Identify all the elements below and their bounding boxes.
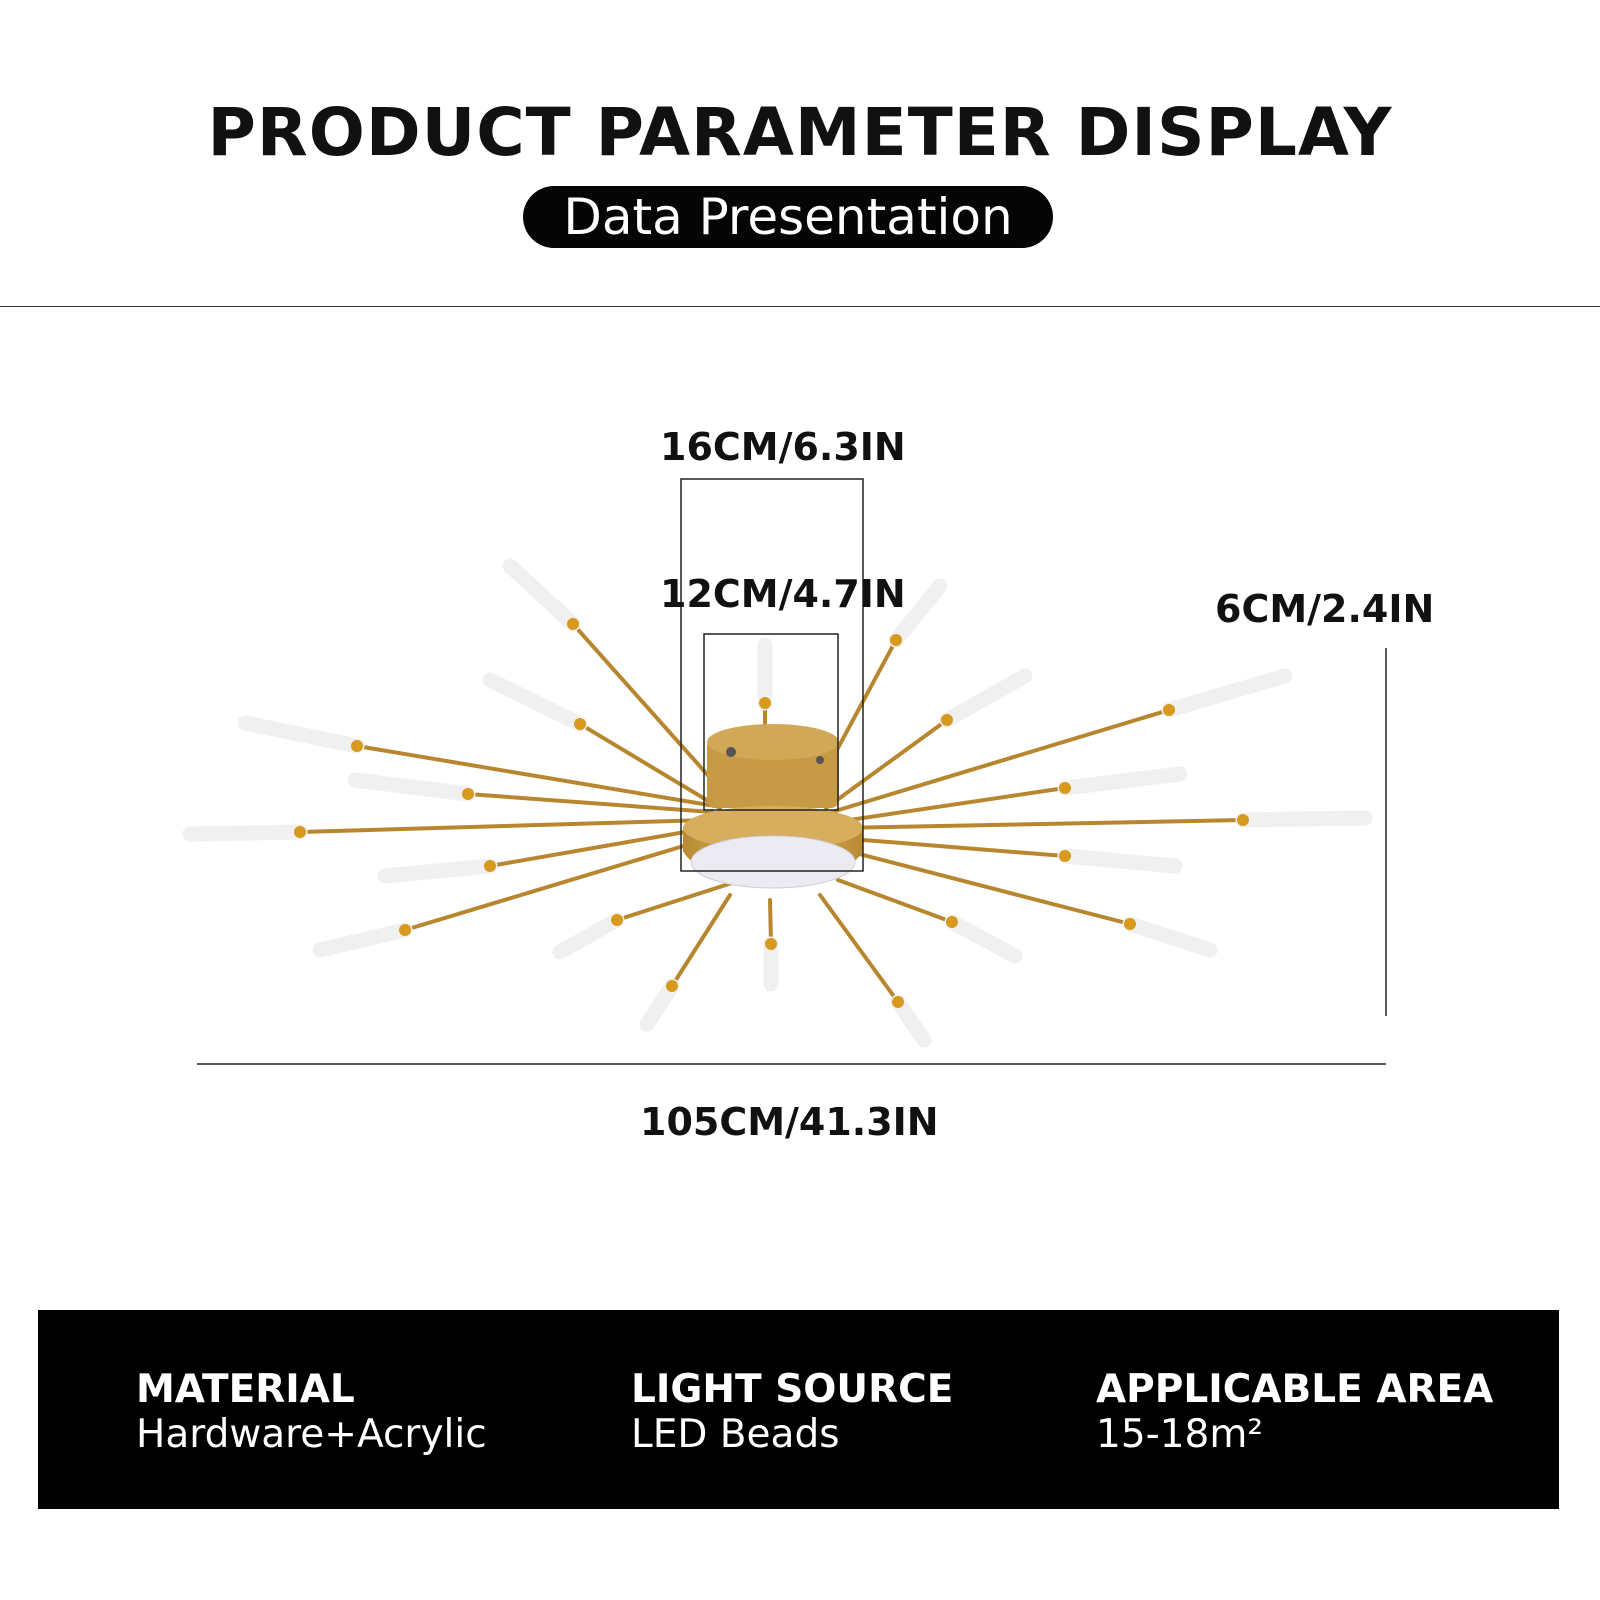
lamp-socket bbox=[941, 714, 953, 726]
lamp-socket bbox=[567, 618, 579, 630]
lamp-arm bbox=[763, 898, 779, 992]
lamp-canopy bbox=[683, 724, 863, 889]
spec-value: LED Beads bbox=[631, 1411, 840, 1457]
lamp-socket bbox=[946, 916, 958, 928]
lamp-rod bbox=[836, 836, 1067, 858]
lamp-rod bbox=[355, 744, 717, 808]
product-parameter-page: PRODUCT PARAMETER DISPLAY Data Presentat… bbox=[0, 0, 1600, 1600]
lamp-rod bbox=[834, 786, 1067, 824]
lamp-socket bbox=[484, 860, 496, 872]
lamp-arm bbox=[182, 818, 710, 842]
spec-material: MATERIAL Hardware+Acrylic bbox=[136, 1367, 487, 1458]
lamp-socket bbox=[1059, 782, 1071, 794]
lamp-socket bbox=[759, 697, 771, 709]
width-dimension-label: 105CM/41.3IN bbox=[640, 1100, 939, 1144]
lamp-socket bbox=[1237, 814, 1249, 826]
lamp-shade-shadow bbox=[939, 668, 1033, 728]
lamp-socket bbox=[462, 788, 474, 800]
lamp-shade-shadow bbox=[482, 672, 588, 732]
lamp-shade-shadow bbox=[1161, 668, 1293, 718]
lamp-rod bbox=[836, 878, 954, 924]
lamp-arm bbox=[312, 836, 712, 958]
lamp-shade-shadow bbox=[237, 715, 365, 754]
lamp-rod bbox=[571, 622, 732, 802]
spec-value: Hardware+Acrylic bbox=[136, 1411, 487, 1457]
lamp-arm bbox=[639, 893, 732, 1032]
lamp-socket bbox=[351, 740, 363, 752]
lamp-shade-shadow bbox=[312, 922, 413, 958]
lamp-shade-shadow bbox=[1122, 916, 1218, 958]
lamp-shade-shadow bbox=[890, 994, 932, 1048]
lamp-socket bbox=[765, 938, 777, 950]
lamp-shade-shadow bbox=[502, 558, 581, 632]
lamp-shade-shadow bbox=[182, 824, 308, 842]
spec-bar: MATERIAL Hardware+Acrylic LIGHT SOURCE L… bbox=[38, 1310, 1559, 1509]
lamp-rod bbox=[466, 792, 714, 814]
lamp-rod bbox=[670, 893, 732, 988]
spec-applicable-area: APPLICABLE AREA 15-18m² bbox=[1096, 1367, 1494, 1458]
lamp-arm bbox=[818, 893, 932, 1048]
lamp-shade-shadow bbox=[552, 912, 625, 960]
spec-label: LIGHT SOURCE bbox=[631, 1367, 954, 1412]
lamp-shade-shadow bbox=[1057, 848, 1183, 874]
lamp-socket bbox=[294, 826, 306, 838]
lamp-rod bbox=[836, 818, 1245, 830]
lamp-socket bbox=[892, 996, 904, 1008]
lamp-arm bbox=[836, 878, 1023, 964]
lamp-shade-shadow bbox=[1235, 810, 1373, 828]
height-dimension-label: 6CM/2.4IN bbox=[1215, 587, 1435, 631]
lamp-socket bbox=[611, 914, 623, 926]
spec-value: 15-18m² bbox=[1096, 1411, 1263, 1457]
lamp-socket bbox=[574, 718, 586, 730]
lamp-socket bbox=[666, 980, 678, 992]
lamp-arm bbox=[552, 880, 737, 960]
spec-label: APPLICABLE AREA bbox=[1096, 1367, 1494, 1412]
lamp-socket bbox=[1124, 918, 1136, 930]
lamp-socket bbox=[890, 634, 902, 646]
lamp-socket bbox=[1059, 850, 1071, 862]
lamp-arm bbox=[834, 766, 1188, 824]
spec-label: MATERIAL bbox=[136, 1367, 355, 1412]
lamp-shade-shadow bbox=[944, 914, 1023, 964]
lamp-shade-shadow bbox=[639, 978, 680, 1032]
lamp-rod bbox=[818, 893, 900, 1004]
lamp-shade-shadow bbox=[1057, 766, 1188, 796]
lamp-rod bbox=[298, 818, 710, 834]
canopy-inner-dimension-label: 12CM/4.7IN bbox=[660, 572, 906, 616]
lamp-arm bbox=[824, 668, 1033, 810]
lamp-socket bbox=[1163, 704, 1175, 716]
lamp-shade-shadow bbox=[377, 858, 498, 884]
spec-light-source: LIGHT SOURCE LED Beads bbox=[631, 1367, 954, 1458]
lamp-socket bbox=[399, 924, 411, 936]
lamp-rod bbox=[403, 836, 712, 932]
lamp-arm bbox=[836, 810, 1373, 830]
lamp-shade-shadow bbox=[347, 772, 476, 802]
canopy-outer-dimension-label: 16CM/6.3IN bbox=[660, 425, 906, 469]
